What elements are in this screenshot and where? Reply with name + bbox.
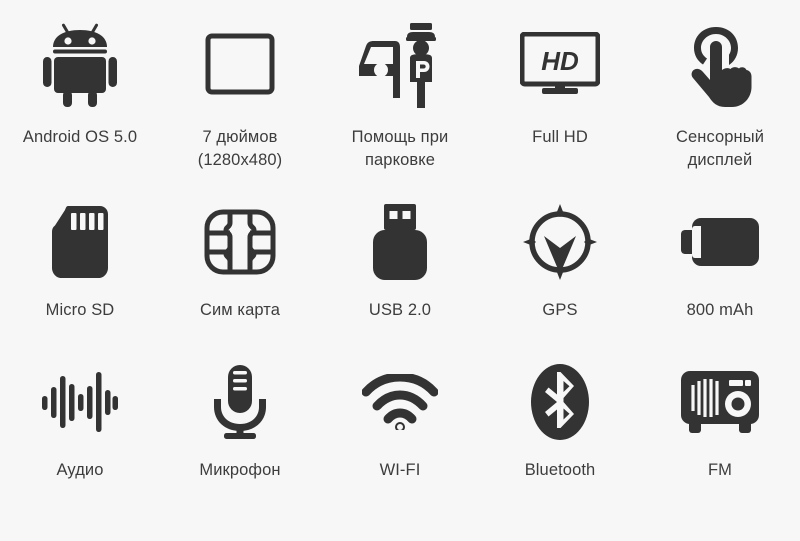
micro-sd-card-icon — [52, 199, 108, 285]
parking-assist-icon — [357, 18, 443, 110]
feature-label: 7 дюймов (1280x480) — [197, 128, 283, 169]
feature-item-screen-size: 7 дюймов (1280x480) — [160, 18, 320, 199]
svg-text:HD: HD — [541, 46, 579, 76]
sim-card-icon — [204, 199, 276, 285]
fm-radio-icon — [681, 359, 759, 445]
feature-label: Full HD — [532, 128, 588, 146]
feature-item-full-hd: HD Full HD — [480, 18, 640, 199]
feature-label: Bluetooth — [524, 461, 596, 479]
feature-label: WI-FI — [379, 461, 421, 479]
gps-target-icon — [523, 199, 597, 285]
feature-item-fm: FM — [640, 359, 800, 519]
feature-label: Микрофон — [199, 461, 281, 479]
feature-item-audio: Аудио — [0, 359, 160, 519]
feature-label: Android OS 5.0 — [22, 128, 138, 146]
feature-label: Micro SD — [45, 301, 115, 319]
feature-item-android: Android OS 5.0 — [0, 18, 160, 199]
feature-label: Аудио — [56, 461, 104, 479]
feature-item-touch-display: Сенсорный дисплей — [640, 18, 800, 199]
bluetooth-icon — [531, 359, 589, 445]
feature-label: USB 2.0 — [368, 301, 432, 319]
feature-label: FM — [707, 461, 733, 479]
feature-item-gps: GPS — [480, 199, 640, 359]
feature-item-wifi: WI-FI — [320, 359, 480, 519]
android-robot-icon — [43, 18, 117, 110]
hd-monitor-icon: HD — [520, 18, 600, 110]
feature-label: Сенсорный дисплей — [675, 128, 765, 169]
battery-icon — [681, 199, 759, 285]
touch-hand-icon — [683, 18, 757, 110]
feature-item-bluetooth: Bluetooth — [480, 359, 640, 519]
feature-item-sim-card: Сим карта — [160, 199, 320, 359]
tablet-screen-icon — [205, 18, 275, 110]
microphone-icon — [208, 359, 272, 445]
feature-item-battery: 800 mAh — [640, 199, 800, 359]
audio-waveform-icon — [42, 359, 118, 445]
feature-item-micro-sd: Micro SD — [0, 199, 160, 359]
feature-label: GPS — [542, 301, 578, 319]
feature-item-parking-assist: Помощь при парковке — [320, 18, 480, 199]
usb-flash-drive-icon — [373, 199, 427, 285]
feature-label: Сим карта — [199, 301, 281, 319]
wifi-icon — [362, 359, 438, 445]
feature-label: Помощь при парковке — [351, 128, 449, 169]
feature-grid: Android OS 5.0 7 дюймов (1280x480) Помощ… — [0, 0, 800, 541]
feature-item-usb: USB 2.0 — [320, 199, 480, 359]
feature-item-microphone: Микрофон — [160, 359, 320, 519]
feature-label: 800 mAh — [686, 301, 754, 319]
